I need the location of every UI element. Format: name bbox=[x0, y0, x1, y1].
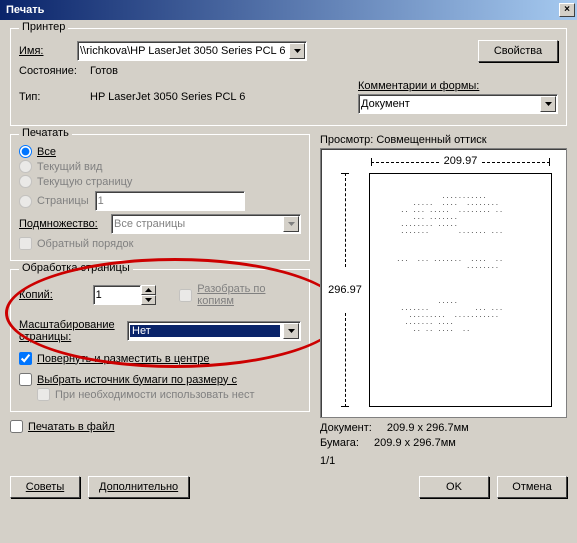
type-label: Тип: bbox=[19, 91, 84, 103]
chevron-down-icon[interactable] bbox=[289, 43, 305, 59]
subset-label: Подмножество: bbox=[19, 218, 105, 230]
copies-spinner[interactable]: 1 bbox=[93, 285, 156, 305]
printer-name-label: Имя: bbox=[19, 45, 71, 57]
page-indicator: 1/1 bbox=[320, 455, 335, 467]
preview-box: 209.97 296.97 ........... ..... .... ...… bbox=[320, 148, 567, 418]
type-value: HP LaserJet 3050 Series PCL 6 bbox=[90, 91, 310, 103]
spin-up-icon[interactable] bbox=[141, 285, 156, 295]
advanced-button[interactable]: Дополнительно bbox=[88, 476, 189, 498]
window-title: Печать bbox=[6, 4, 44, 16]
tips-button[interactable]: Советы bbox=[10, 476, 80, 498]
printer-name-dropdown[interactable]: \\richkova\HP LaserJet 3050 Series PCL 6 bbox=[77, 41, 307, 61]
handling-legend: Обработка страницы bbox=[19, 262, 133, 274]
scaling-label: Масштабирование страницы: bbox=[19, 319, 121, 343]
comments-value: Документ bbox=[361, 98, 410, 110]
print-to-file-checkbox[interactable]: Печатать в файл bbox=[10, 420, 310, 433]
comments-dropdown[interactable]: Документ bbox=[358, 94, 558, 114]
printer-legend: Принтер bbox=[19, 21, 68, 33]
doc-value: 209.9 x 296.7мм bbox=[387, 422, 469, 434]
chevron-down-icon bbox=[283, 216, 299, 232]
printer-name-value: \\richkova\HP LaserJet 3050 Series PCL 6 bbox=[80, 45, 285, 57]
title-bar: Печать × bbox=[0, 0, 577, 20]
status-label: Состояние: bbox=[19, 65, 84, 77]
scaling-dropdown[interactable]: Нет bbox=[127, 321, 301, 341]
status-value: Готов bbox=[90, 65, 118, 77]
paper-label: Бумага: bbox=[320, 437, 359, 449]
page-thumbnail: ........... ..... .... ........ .. ... .… bbox=[369, 173, 552, 407]
printer-group: Принтер Имя: \\richkova\HP LaserJet 3050… bbox=[10, 28, 567, 126]
ruler-horizontal: 209.97 bbox=[371, 155, 550, 169]
reverse-checkbox: Обратный порядок bbox=[19, 237, 301, 250]
close-button[interactable]: × bbox=[559, 3, 575, 17]
pages-input: 1 bbox=[95, 191, 245, 211]
page-handling-group: Обработка страницы Копий: 1 Разобрать по… bbox=[10, 269, 310, 412]
radio-all[interactable]: Все bbox=[19, 145, 301, 158]
custom-when-needed-checkbox: При необходимости использовать нест bbox=[19, 388, 301, 401]
spin-down-icon[interactable] bbox=[141, 295, 156, 305]
chevron-down-icon[interactable] bbox=[540, 96, 556, 112]
scaling-value: Нет bbox=[130, 325, 280, 337]
preview-label: Просмотр: Совмещенный оттиск bbox=[320, 134, 567, 146]
comments-label: Комментарии и формы: bbox=[358, 80, 558, 92]
copies-label: Копий: bbox=[19, 289, 87, 301]
radio-current-view: Текущий вид bbox=[19, 160, 301, 173]
ruler-vertical: 296.97 bbox=[327, 173, 363, 407]
ok-button[interactable]: OK bbox=[419, 476, 489, 498]
paper-source-checkbox[interactable]: Выбрать источник бумаги по размеру с bbox=[19, 373, 301, 386]
radio-pages: Страницы bbox=[19, 195, 89, 208]
paper-value: 209.9 x 296.7мм bbox=[374, 437, 456, 449]
chevron-down-icon[interactable] bbox=[283, 323, 299, 339]
radio-current-page: Текущую страницу bbox=[19, 175, 301, 188]
collate-checkbox: Разобрать по копиям bbox=[179, 283, 301, 307]
print-range-group: Печатать Все Текущий вид Текущую страниц… bbox=[10, 134, 310, 261]
range-legend: Печатать bbox=[19, 127, 72, 139]
rotate-center-checkbox[interactable]: Повернуть и разместить в центре bbox=[19, 352, 301, 365]
cancel-button[interactable]: Отмена bbox=[497, 476, 567, 498]
subset-dropdown: Все страницы bbox=[111, 214, 301, 234]
doc-label: Документ: bbox=[320, 422, 372, 434]
properties-button[interactable]: Свойства bbox=[478, 40, 558, 62]
